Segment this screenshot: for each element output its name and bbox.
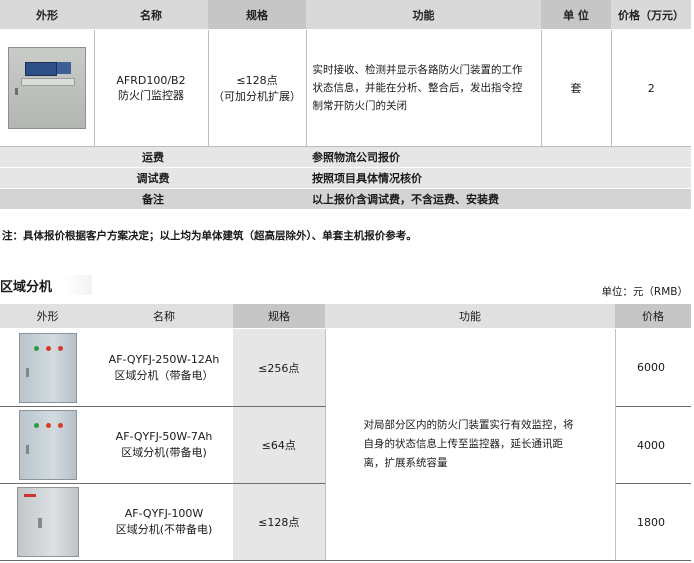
extra-label: 备注 bbox=[0, 188, 306, 210]
header-price: 价格（万元） bbox=[611, 0, 691, 30]
fire-door-monitor-image bbox=[7, 47, 86, 129]
product-price: 2 bbox=[611, 29, 691, 147]
header-function: 功能 bbox=[325, 304, 615, 329]
extra-value: 以上报价含调试费，不含运费、安装费 bbox=[306, 188, 691, 210]
header-name: 名称 bbox=[95, 304, 233, 329]
product-model: AF-QYFJ-100W bbox=[124, 507, 204, 520]
product-image-cell bbox=[0, 483, 95, 561]
table-row: 调试费 按照项目具体情况核价 bbox=[0, 167, 691, 189]
cabinet-no-battery-image bbox=[16, 487, 79, 557]
product-name: 区域分机（带备电） bbox=[114, 368, 214, 382]
extra-value: 按照项目具体情况核价 bbox=[306, 167, 691, 189]
header-name: 名称 bbox=[94, 0, 208, 30]
product-price: 6000 bbox=[615, 328, 691, 407]
product-price: 4000 bbox=[615, 406, 691, 484]
product-spec: ≤128点 bbox=[233, 483, 325, 561]
product-image-cell bbox=[0, 29, 95, 147]
table-row: AFRD100/B2 防火门监控器 ≤128点 （可加分机扩展） 实时接收、检测… bbox=[0, 29, 691, 147]
product-name-cell: AFRD100/B2 防火门监控器 bbox=[94, 29, 209, 147]
product-name: 防火门监控器 bbox=[118, 88, 184, 102]
product-name-cell: AF-QYFJ-50W-7Ah 区域分机(带备电) bbox=[95, 406, 233, 484]
extra-label: 调试费 bbox=[0, 167, 306, 189]
table-header-row: 外形 名称 规格 功能 单 位 价格（万元） bbox=[0, 0, 691, 30]
extra-value: 参照物流公司报价 bbox=[306, 146, 691, 168]
product-spec: ≤64点 bbox=[233, 406, 325, 484]
header-spec: 规格 bbox=[208, 0, 306, 30]
product-model: AF-QYFJ-250W-12Ah bbox=[108, 352, 220, 366]
monitor-price-table: 外形 名称 规格 功能 单 位 价格（万元） AFRD100/B2 防火门监控器… bbox=[0, 0, 691, 210]
header-spec: 规格 bbox=[233, 304, 325, 329]
table-row: 运费 参照物流公司报价 bbox=[0, 146, 691, 168]
cabinet-with-battery-image bbox=[18, 410, 77, 480]
table-row: 备注 以上报价含调试费，不含运费、安装费 bbox=[0, 188, 691, 210]
product-function: 实时接收、检测并显示各路防火门装置的工作状态信息，并能在分析、整合后，发出指令控… bbox=[306, 29, 542, 147]
extra-label: 运费 bbox=[0, 146, 306, 168]
table-header-row: 外形 名称 规格 功能 价格 bbox=[0, 304, 691, 329]
header-price: 价格 bbox=[615, 304, 691, 329]
product-spec-note: （可加分机扩展） bbox=[213, 90, 301, 103]
currency-unit: 单位：元（RMB） bbox=[601, 286, 688, 298]
product-name: 区域分机(带备电) bbox=[121, 446, 207, 459]
product-name-cell: AF-QYFJ-100W 区域分机(不带备电) bbox=[95, 483, 233, 561]
product-image-cell bbox=[0, 328, 95, 407]
product-spec: ≤128点 bbox=[236, 74, 278, 87]
product-name-cell: AF-QYFJ-250W-12Ah 区域分机（带备电） bbox=[95, 328, 233, 407]
header-unit: 单 位 bbox=[541, 0, 611, 30]
product-image-cell bbox=[0, 406, 95, 484]
header-function: 功能 bbox=[306, 0, 541, 30]
product-model: AF-QYFJ-50W-7Ah bbox=[115, 430, 213, 443]
header-appearance: 外形 bbox=[0, 0, 94, 30]
section-title: 区域分机 bbox=[0, 280, 53, 295]
product-spec-cell: ≤128点 （可加分机扩展） bbox=[208, 29, 307, 147]
product-model: AFRD100/B2 bbox=[116, 73, 186, 87]
product-function: 对局部分区内的防火门装置实行有效监控，将自身的状态信息上传至监控器，延长通讯距离… bbox=[324, 328, 616, 561]
price-note: 注：具体报价根据客户方案决定；以上均为单体建筑（超高层除外）、单套主机报价参考。 bbox=[2, 230, 417, 242]
zone-unit-price-table: 外形 名称 规格 功能 价格 AF-QYFJ-250W-12Ah 区域分机（带备… bbox=[0, 304, 691, 561]
product-price: 1800 bbox=[615, 483, 691, 561]
product-spec: ≤256点 bbox=[233, 328, 325, 407]
product-unit: 套 bbox=[541, 29, 612, 147]
product-name: 区域分机(不带备电) bbox=[115, 523, 213, 536]
header-appearance: 外形 bbox=[0, 304, 95, 329]
table-row: AF-QYFJ-250W-12Ah 区域分机（带备电） ≤256点 对局部分区内… bbox=[0, 328, 691, 561]
cabinet-with-battery-image bbox=[18, 332, 77, 403]
